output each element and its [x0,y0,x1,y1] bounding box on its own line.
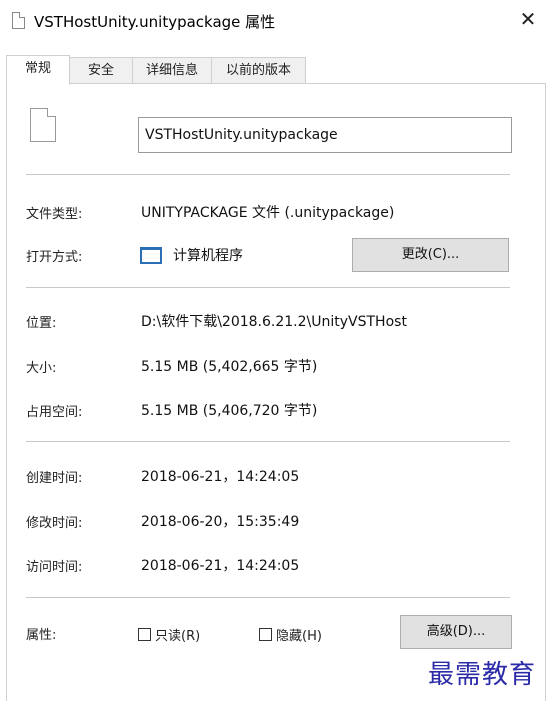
readonly-checkbox[interactable]: 只读(R) [138,625,200,644]
window-title: VSTHostUnity.unitypackage 属性 [34,13,276,31]
change-button[interactable]: 更改(C)... [352,238,509,272]
program-window-icon [140,247,162,264]
tab-security[interactable]: 安全 [69,57,133,84]
tab-bar: 常规 安全 详细信息 以前的版本 [6,55,546,85]
close-icon[interactable]: ✕ [518,8,538,30]
open-with-value: 计算机程序 [173,248,243,264]
location-label: 位置: [26,316,57,331]
hidden-checkbox[interactable]: 隐藏(H) [259,625,322,644]
tab-details[interactable]: 详细信息 [132,57,212,84]
hidden-checkbox-box[interactable] [259,628,272,641]
accessed-label: 访问时间: [26,560,83,575]
disk-size-value: 5.15 MB (5,406,720 字节) [141,403,318,419]
file-name-input[interactable] [138,117,512,153]
modified-value: 2018-06-20，15:35:49 [141,514,300,530]
separator [26,597,510,598]
file-type-value: UNITYPACKAGE 文件 (.unitypackage) [141,205,395,221]
separator [26,441,510,442]
separator [26,174,510,175]
advanced-button[interactable]: 高级(D)... [400,615,512,649]
separator [26,287,510,288]
title-bar: VSTHostUnity.unitypackage 属性 ✕ [0,0,552,42]
disk-size-label: 占用空间: [26,405,83,420]
watermark-text: 最需教育 [428,660,537,690]
open-with-label: 打开方式: [26,250,83,265]
accessed-value: 2018-06-21，14:24:05 [141,558,300,574]
created-value: 2018-06-21，14:24:05 [141,469,300,485]
tab-previous-versions[interactable]: 以前的版本 [211,57,306,84]
generic-file-icon [30,108,56,142]
tab-general[interactable]: 常规 [6,55,70,85]
readonly-checkbox-label: 只读(R) [155,629,201,644]
attributes-label: 属性: [26,628,57,643]
location-value: D:\软件下载\2018.6.21.2\UnityVSTHost [141,314,407,330]
file-icon [12,12,25,29]
size-value: 5.15 MB (5,402,665 字节) [141,359,318,375]
readonly-checkbox-box[interactable] [138,628,151,641]
file-type-label: 文件类型: [26,207,83,222]
created-label: 创建时间: [26,471,83,486]
modified-label: 修改时间: [26,516,83,531]
hidden-checkbox-label: 隐藏(H) [276,629,322,644]
general-panel [6,83,546,701]
size-label: 大小: [26,361,57,376]
